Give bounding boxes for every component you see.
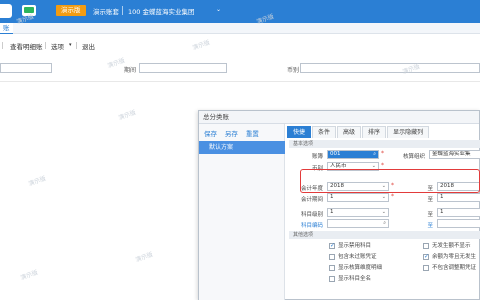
demo-account-label[interactable]: 演示账套	[93, 6, 119, 16]
period-field[interactable]	[139, 63, 227, 73]
checkbox-label: 显示禁用科目	[338, 243, 372, 249]
fiscal-period-to-label: 至	[427, 197, 433, 203]
watermark: 演示版	[27, 175, 48, 188]
demo-badge: 演示版	[56, 5, 86, 16]
show-disabled-accounts-checkbox[interactable]: 显示禁用科目	[329, 241, 371, 249]
book-field[interactable]: 001 ⌕	[327, 150, 379, 159]
scheme-item-default[interactable]: 默认方案	[199, 141, 285, 154]
top-bar: 演示版 演示账套 100 金蝶蓝海实业集团 ⌄	[0, 0, 480, 23]
options-button[interactable]: 选项	[51, 41, 64, 51]
exclude-adjust-period-checkbox[interactable]: 不包含调整期凭证	[423, 263, 476, 271]
tab-condition[interactable]: 条件	[312, 126, 337, 138]
tab-sort[interactable]: 排序	[362, 126, 387, 138]
book-value: 001	[330, 151, 341, 157]
checkbox-icon	[423, 264, 429, 271]
show-dimension-detail-checkbox[interactable]: 显示核算维度明细	[329, 263, 382, 271]
org-field[interactable]: 金蝶蓝海实业集	[429, 150, 480, 159]
checkbox-label: 不包含调整期凭证	[432, 265, 477, 271]
account-code-label[interactable]: 科目编码	[287, 221, 323, 229]
checkbox-label: 余额为零且无发生	[432, 254, 477, 260]
scheme-actions: 保存 另存 重置	[204, 128, 265, 138]
chevron-down-icon[interactable]: ⌄	[216, 6, 221, 13]
fiscal-period-from[interactable]: 1 ⌄	[327, 193, 389, 202]
show-full-name-checkbox[interactable]: 显示科目全名	[329, 274, 371, 282]
divider	[122, 6, 123, 15]
zero-balance-checkbox[interactable]: 余额为零且无发生	[423, 252, 476, 260]
dialog-title: 总分类账	[199, 111, 479, 124]
account-code-from[interactable]: ⌕	[327, 219, 389, 228]
chevron-down-icon[interactable]: ⌄	[382, 194, 386, 201]
watermark: 演示版	[117, 109, 138, 122]
hide-no-activity-checkbox[interactable]: 无发生额不显示	[423, 241, 471, 249]
org-label: 核算组织	[402, 154, 425, 160]
tab-advanced[interactable]: 高级	[337, 126, 362, 138]
checkbox-checked-icon	[329, 242, 335, 249]
checkbox-label: 包含未过账凭证	[338, 254, 377, 260]
tab-columns[interactable]: 显示隐藏列	[387, 126, 430, 138]
currency-label: 币别	[287, 67, 300, 74]
checkbox-label: 显示核算维度明细	[338, 265, 383, 271]
exit-button[interactable]: 退出	[82, 41, 95, 51]
scheme-pane: 保存 另存 重置 默认方案	[199, 124, 285, 300]
required-marker: *	[381, 150, 384, 157]
highlight-annotation	[300, 169, 480, 193]
account-code-to-label[interactable]: 至	[393, 221, 433, 229]
account-level-to-label: 至	[427, 212, 433, 218]
checkbox-icon	[329, 275, 335, 282]
currency-field[interactable]	[300, 63, 480, 73]
fiscal-period-from-value: 1	[330, 194, 334, 200]
account-book-field[interactable]	[0, 63, 52, 73]
account-level-to[interactable]: 1	[437, 208, 480, 217]
account-level-from[interactable]: 1 ⌄	[327, 208, 389, 217]
org-selector[interactable]: 100 金蝶蓝海实业集团	[128, 6, 194, 16]
watermark: 演示版	[19, 269, 40, 282]
period-label: 期间	[124, 67, 137, 74]
view-detail-button[interactable]: 查看明细账	[10, 41, 43, 51]
checkbox-checked-icon	[423, 253, 429, 260]
account-level-from-value: 1	[330, 209, 334, 215]
checkbox-icon	[423, 242, 429, 249]
general-ledger-dialog: 总分类账 保存 另存 重置 默认方案 快捷 条件 高级 排序 显示隐藏列 基本选项 账簿…	[198, 110, 480, 300]
toolbar-divider	[45, 42, 46, 49]
checkbox-label: 显示科目全名	[338, 276, 372, 282]
tab-quick[interactable]: 快捷	[287, 126, 312, 138]
search-icon[interactable]: ⌕	[373, 151, 376, 158]
basic-options-header: 基本选项	[289, 140, 480, 148]
toolbar-divider	[2, 42, 3, 49]
account-level-label: 科目级别	[300, 212, 323, 218]
chevron-down-icon[interactable]: ▾	[69, 42, 72, 48]
checkbox-icon	[329, 264, 335, 271]
fiscal-period-label: 会计期间	[300, 197, 323, 203]
watermark: 演示版	[134, 251, 155, 264]
checkbox-label: 无发生额不显示	[432, 243, 471, 249]
fiscal-period-to[interactable]: 1	[437, 193, 480, 202]
account-code-to[interactable]	[437, 219, 480, 228]
filter-pane: 快捷 条件 高级 排序 显示隐藏列 基本选项 账簿 001 ⌕ * 核算组织 金蝶蓝海实业…	[287, 124, 480, 300]
book-label: 账簿	[311, 154, 323, 160]
search-icon[interactable]: ⌕	[383, 220, 386, 227]
save-button[interactable]: 保存	[204, 130, 217, 138]
app-logo	[0, 4, 12, 18]
toolbar-divider	[76, 42, 77, 49]
dialog-tabs: 快捷 条件 高级 排序 显示隐藏列	[287, 126, 430, 139]
required-marker: *	[381, 162, 384, 169]
reset-button[interactable]: 重置	[246, 130, 259, 138]
other-options-header: 其他选项	[289, 231, 480, 239]
tab-general-ledger[interactable]: 账	[0, 23, 13, 34]
checkbox-icon	[329, 253, 335, 260]
chevron-down-icon[interactable]: ⌄	[382, 209, 386, 216]
page-tab-bar: 账	[0, 23, 480, 34]
toolbar: 查看明细账 选项 ▾ 退出	[0, 34, 480, 54]
include-unposted-checkbox[interactable]: 包含未过账凭证	[329, 252, 377, 260]
save-as-button[interactable]: 另存	[225, 130, 238, 138]
